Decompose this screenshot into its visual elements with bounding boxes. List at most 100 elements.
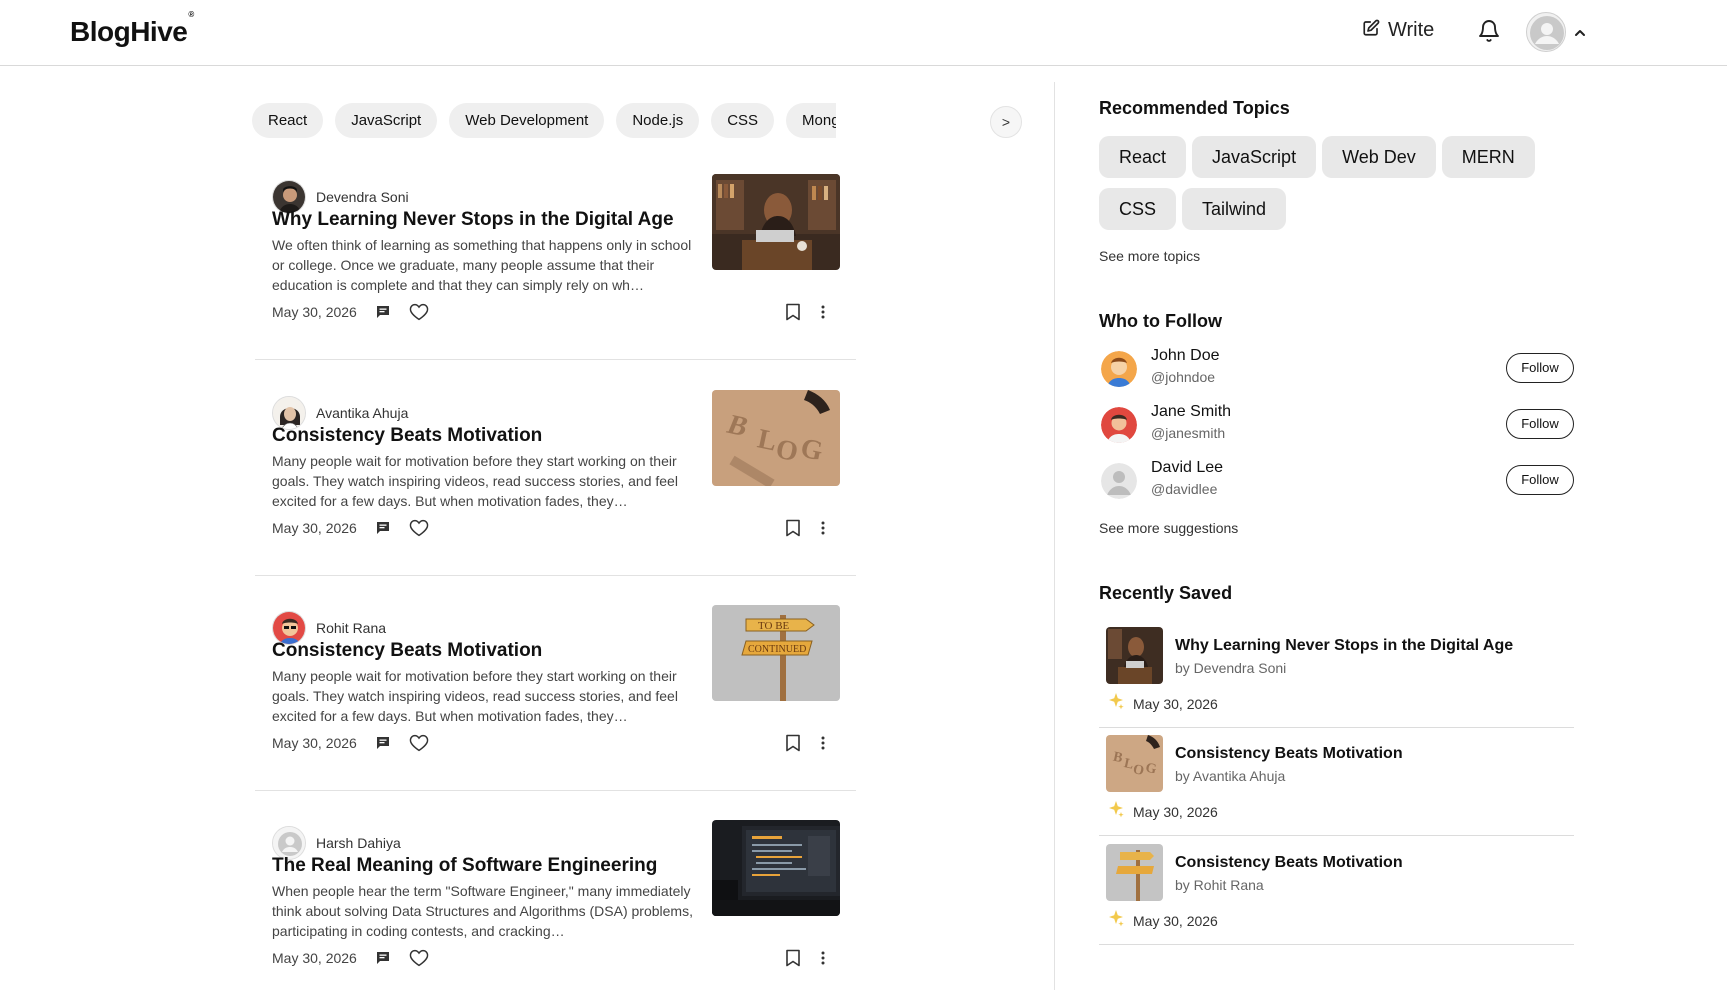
svg-text:CONTINUED: CONTINUED: [748, 644, 806, 655]
article-date: May 30, 2026: [272, 950, 357, 966]
sparkle-icon: [1107, 909, 1125, 932]
topic-react[interactable]: React: [1099, 136, 1187, 178]
bookmark-icon[interactable]: [785, 519, 801, 537]
article-excerpt[interactable]: Many people wait for motivation before t…: [272, 666, 697, 726]
comment-icon[interactable]: [375, 304, 391, 320]
suggestion-handle: @johndoe: [1151, 369, 1216, 385]
user-avatar[interactable]: [1526, 12, 1566, 52]
saved-date-row: May 30, 2026: [1107, 692, 1218, 715]
follow-button[interactable]: Follow: [1506, 409, 1574, 439]
suggestion-avatar: [1101, 463, 1137, 499]
see-more-topics-link[interactable]: See more topics: [1099, 248, 1200, 264]
saved-author: by Devendra Soni: [1175, 660, 1287, 676]
article-date: May 30, 2026: [272, 735, 357, 751]
top-header: BlogHive® Write: [0, 0, 1727, 66]
tag-bar: React JavaScript Web Development Node.js CSS…: [252, 103, 836, 139]
article-actions: [785, 949, 825, 967]
article-excerpt[interactable]: We often think of learning as something …: [272, 235, 697, 295]
heart-icon[interactable]: [409, 303, 429, 321]
article-meta: May 30, 2026: [272, 303, 429, 321]
article-title[interactable]: Consistency Beats Motivation: [272, 640, 542, 662]
recommended-topics-title: Recommended Topics: [1099, 98, 1290, 118]
more-options-icon[interactable]: [821, 950, 825, 966]
article-date: May 30, 2026: [272, 520, 357, 536]
saved-date-row: May 30, 2026: [1107, 800, 1218, 823]
tag-javascript[interactable]: JavaScript: [335, 103, 438, 138]
heart-icon[interactable]: [409, 519, 429, 537]
article-meta: May 30, 2026: [272, 519, 429, 537]
chevron-up-icon[interactable]: [1574, 25, 1586, 43]
notification-bell-icon[interactable]: [1477, 18, 1501, 49]
suggestion-name[interactable]: Jane Smith: [1151, 403, 1231, 421]
edit-icon: [1362, 19, 1380, 42]
article-card: Harsh Dahiya The Real Meaning of Softwar…: [255, 810, 856, 990]
logo[interactable]: BlogHive®: [70, 10, 194, 48]
tag-nodejs[interactable]: Node.js: [616, 103, 700, 138]
comment-icon[interactable]: [375, 520, 391, 536]
saved-thumbnail[interactable]: BLOG: [1106, 735, 1163, 792]
follow-suggestion: David Lee @davidlee Follow: [1099, 457, 1574, 505]
article-card: Avantika Ahuja Consistency Beats Motivat…: [255, 380, 856, 576]
suggestion-avatar: [1101, 351, 1137, 387]
topic-tailwind[interactable]: Tailwind: [1182, 188, 1287, 230]
sparkle-icon: [1107, 800, 1125, 823]
see-more-suggestions-link[interactable]: See more suggestions: [1099, 520, 1238, 536]
follow-suggestion: Jane Smith @janesmith Follow: [1099, 401, 1574, 449]
topic-web-dev[interactable]: Web Dev: [1322, 136, 1436, 178]
topic-mern[interactable]: MERN: [1441, 136, 1535, 178]
saved-title[interactable]: Why Learning Never Stops in the Digital …: [1175, 637, 1513, 655]
article-meta: May 30, 2026: [272, 734, 429, 752]
sparkle-icon: [1107, 692, 1125, 715]
follow-button[interactable]: Follow: [1506, 353, 1574, 383]
article-thumbnail[interactable]: TO BE CONTINUED: [712, 605, 840, 701]
write-button[interactable]: Write: [1362, 19, 1434, 42]
article-card: Rohit Rana Consistency Beats Motivation …: [255, 595, 856, 791]
article-title[interactable]: Consistency Beats Motivation: [272, 425, 542, 447]
article-card: Devendra Soni Why Learning Never Stops i…: [255, 164, 856, 360]
topic-css[interactable]: CSS: [1099, 188, 1177, 230]
svg-text:TO BE: TO BE: [758, 620, 790, 632]
saved-title[interactable]: Consistency Beats Motivation: [1175, 745, 1403, 763]
who-to-follow-title: Who to Follow: [1099, 311, 1222, 331]
article-thumbnail[interactable]: B L O G: [712, 390, 840, 486]
suggestion-handle: @davidlee: [1151, 481, 1218, 497]
follow-button[interactable]: Follow: [1506, 465, 1574, 495]
tag-web-development[interactable]: Web Development: [449, 103, 605, 138]
topic-javascript[interactable]: JavaScript: [1192, 136, 1317, 178]
saved-thumbnail[interactable]: [1106, 844, 1163, 901]
suggestion-name[interactable]: John Doe: [1151, 347, 1220, 365]
saved-author: by Rohit Rana: [1175, 877, 1264, 893]
tag-mongodb[interactable]: MongoDB: [786, 103, 836, 138]
bookmark-icon[interactable]: [785, 734, 801, 752]
saved-item: BLOG Consistency Beats Motivation by Ava…: [1099, 727, 1574, 836]
article-thumbnail[interactable]: [712, 174, 840, 270]
write-label: Write: [1388, 19, 1435, 41]
bookmark-icon[interactable]: [785, 949, 801, 967]
article-excerpt[interactable]: When people hear the term "Software Engi…: [272, 881, 697, 941]
saved-date-row: May 30, 2026: [1107, 909, 1218, 932]
bookmark-icon[interactable]: [785, 303, 801, 321]
heart-icon[interactable]: [409, 734, 429, 752]
tag-react[interactable]: React: [252, 103, 324, 138]
suggestion-name[interactable]: David Lee: [1151, 459, 1223, 477]
tag-css[interactable]: CSS: [711, 103, 775, 138]
saved-thumbnail[interactable]: [1106, 627, 1163, 684]
more-options-icon[interactable]: [821, 304, 825, 320]
article-actions: [785, 734, 825, 752]
article-excerpt[interactable]: Many people wait for motivation before t…: [272, 451, 697, 511]
more-options-icon[interactable]: [821, 735, 825, 751]
recently-saved-title: Recently Saved: [1099, 583, 1233, 603]
more-options-icon[interactable]: [821, 520, 825, 536]
article-title[interactable]: Why Learning Never Stops in the Digital …: [272, 209, 674, 231]
article-thumbnail[interactable]: [712, 820, 840, 916]
suggestion-avatar: [1101, 407, 1137, 443]
saved-title[interactable]: Consistency Beats Motivation: [1175, 854, 1403, 872]
column-divider: [1054, 82, 1055, 990]
heart-icon[interactable]: [409, 949, 429, 967]
tags-scroll-next-button[interactable]: >: [990, 106, 1022, 138]
comment-icon[interactable]: [375, 950, 391, 966]
saved-item: Why Learning Never Stops in the Digital …: [1099, 619, 1574, 728]
article-title[interactable]: The Real Meaning of Software Engineering: [272, 855, 657, 877]
comment-icon[interactable]: [375, 735, 391, 751]
tag-list: React JavaScript Web Development Node.js CSS…: [252, 103, 836, 139]
